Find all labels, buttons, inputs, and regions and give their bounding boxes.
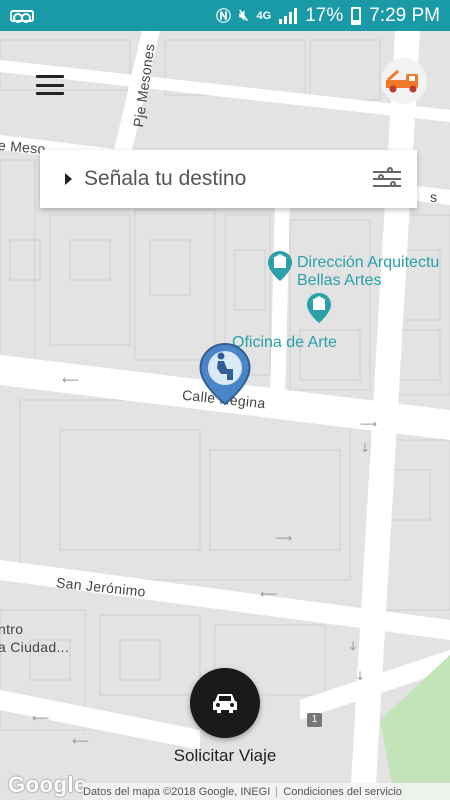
map-attribution: Datos del mapa ©2018 Google, INEGI Condi… xyxy=(83,783,450,800)
play-arrow-icon xyxy=(65,173,72,185)
battery-icon xyxy=(351,6,362,25)
terms-link[interactable]: Condiciones del servicio xyxy=(283,786,402,798)
poi-label-direccion-2: Bellas Artes xyxy=(297,272,382,289)
4g-icon: 4G xyxy=(256,9,272,22)
destination-search[interactable]: Señala tu destino xyxy=(40,150,417,208)
car-icon xyxy=(213,694,237,713)
svg-text:↓: ↓ xyxy=(360,441,370,455)
battery-percent: 17% xyxy=(305,4,344,26)
svg-text:⟵: ⟵ xyxy=(32,711,49,725)
svg-text:⟶: ⟶ xyxy=(360,417,377,431)
person-pin-icon[interactable] xyxy=(197,342,253,411)
mute-icon: 🔇︎ xyxy=(239,7,249,24)
signal-icon xyxy=(279,7,298,24)
svg-text:↓: ↓ xyxy=(355,669,365,683)
location-pin-graphic xyxy=(199,342,251,406)
svg-text:↓: ↓ xyxy=(348,639,358,653)
nfc-icon: Ⓝ xyxy=(216,8,232,25)
tow-truck-graphic xyxy=(386,69,418,93)
street-label-centro-2: a Ciudad... xyxy=(0,639,70,655)
street-label-centro-1: ntro xyxy=(0,621,24,637)
svg-text:⟶: ⟶ xyxy=(275,531,292,545)
google-logo: Google xyxy=(8,772,87,797)
svg-text:⟵: ⟵ xyxy=(62,373,79,387)
request-ride-button[interactable] xyxy=(190,668,260,738)
sliders-icon[interactable] xyxy=(373,167,401,190)
voicemail-icon xyxy=(10,9,34,23)
status-bar: Ⓝ 🔇︎ 4G 17% 7:29 PM xyxy=(0,0,450,31)
poi-label-direccion-1: Dirección Arquitectu xyxy=(297,254,440,271)
museum-pin-icon xyxy=(268,251,292,281)
street-label-right: s xyxy=(430,189,438,205)
request-ride-label[interactable]: Solicitar Viaje xyxy=(150,746,300,766)
attribution-text: Datos del mapa ©2018 Google, INEGI xyxy=(83,785,271,798)
tow-truck-icon[interactable] xyxy=(381,58,427,104)
hamburger-menu-icon[interactable] xyxy=(36,75,64,95)
clock: 7:29 PM xyxy=(369,4,440,26)
svg-text:⟵: ⟵ xyxy=(260,587,277,601)
svg-text:⟵: ⟵ xyxy=(72,734,89,748)
destination-label: Señala tu destino xyxy=(84,167,247,190)
route-number-sign: 1 xyxy=(307,713,322,727)
museum-pin-icon xyxy=(307,293,331,323)
